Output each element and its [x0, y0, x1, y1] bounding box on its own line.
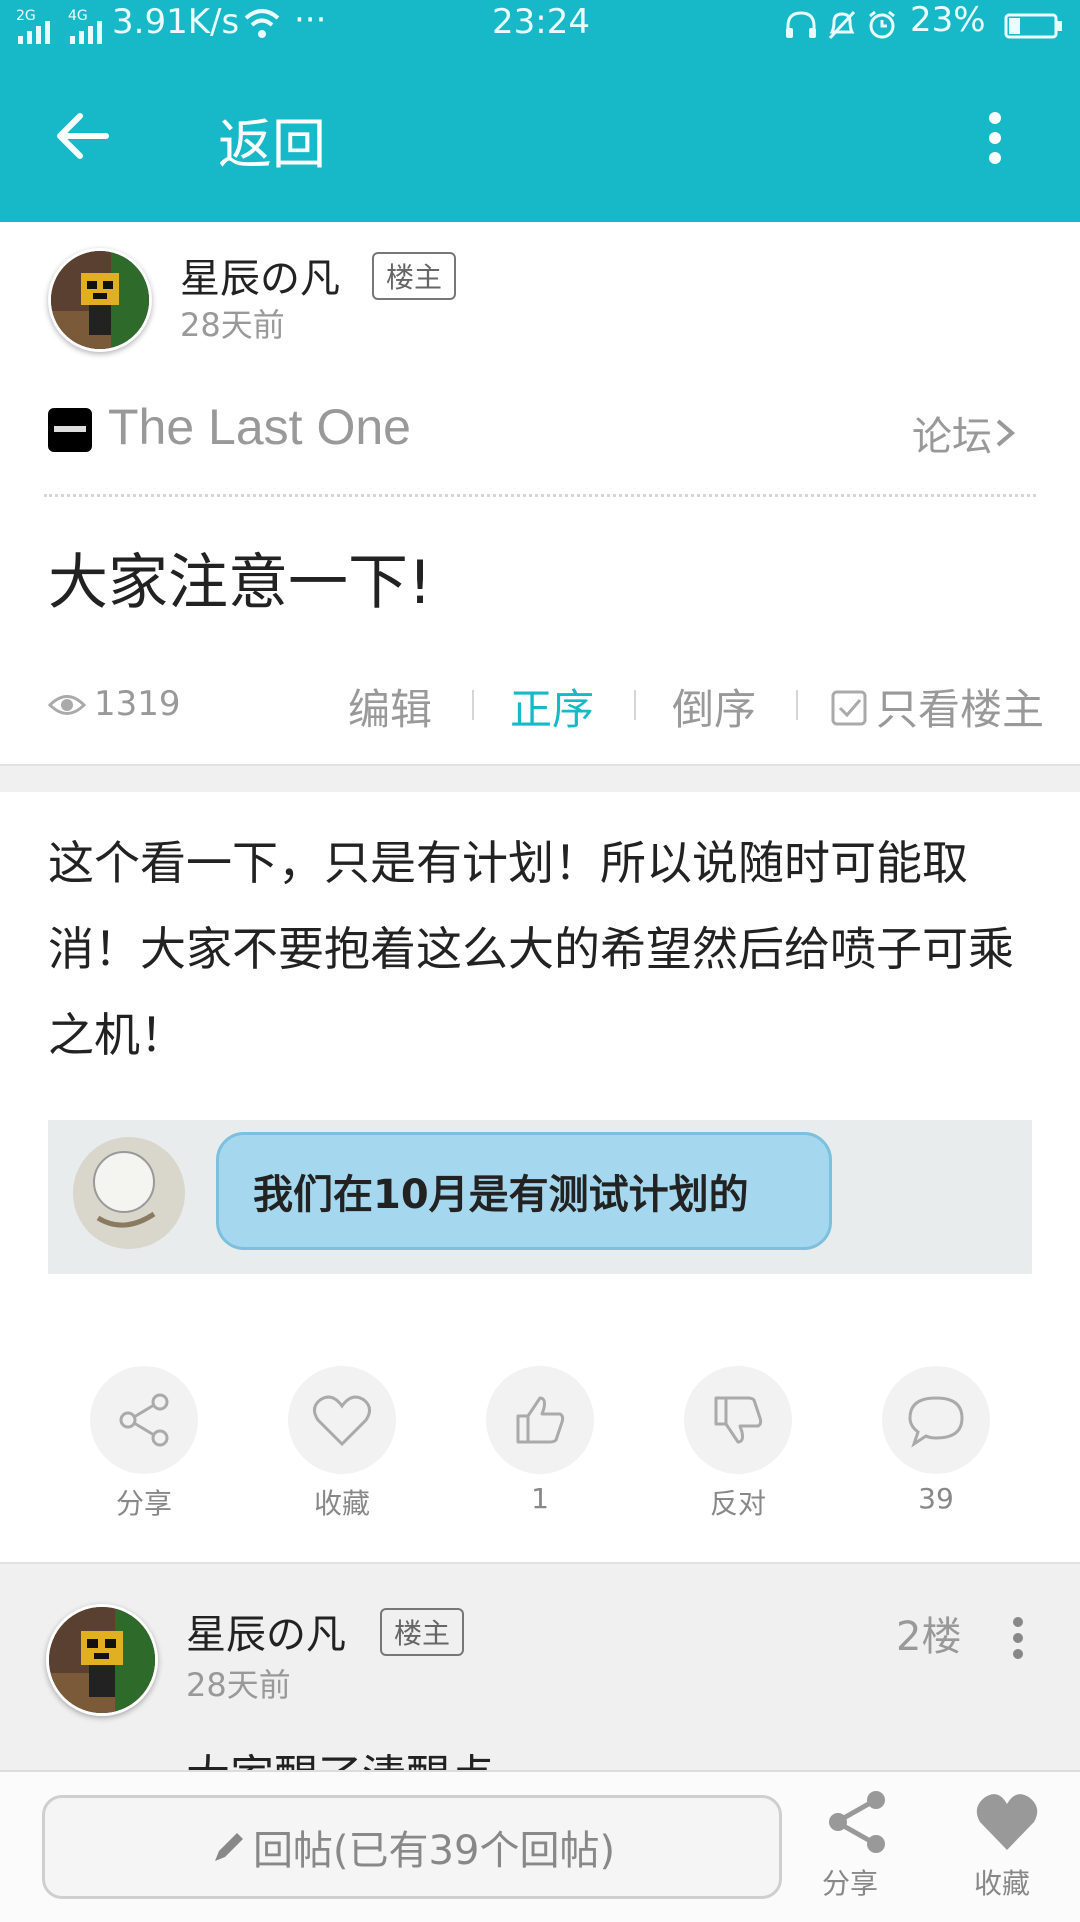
author-name[interactable]: 星辰の凡 [180, 246, 340, 304]
more-vertical-icon [1013, 1617, 1023, 1659]
mute-bell-icon [828, 10, 856, 40]
op-badge: 楼主 [372, 252, 457, 300]
heart-icon [976, 1794, 1038, 1850]
avatar[interactable] [46, 1604, 158, 1716]
share-icon [829, 1791, 885, 1853]
floor-number: 2楼 [896, 1614, 962, 1660]
op-badge: 楼主 [380, 1608, 465, 1656]
post-body: 这个看一下，只是有计划！所以说随时可能取消！大家不要抱着这么大的希望然后给喷子可… [48, 836, 1014, 1062]
forum-logo [48, 408, 92, 452]
only-op-label: 只看楼主 [876, 685, 1045, 734]
bottom-share-label: 分享 [822, 1867, 879, 1900]
more-menu-button[interactable] [980, 108, 1010, 168]
edit-button[interactable]: 编辑 [348, 676, 432, 737]
thumbs-up-icon [516, 1396, 565, 1444]
forum-link-label: 论坛 [912, 414, 992, 460]
like-count: 1 [531, 1482, 549, 1515]
forum-name[interactable]: The Last One [108, 398, 411, 456]
post-time: 28天前 [180, 306, 285, 344]
more-status-dots: ··· [294, 0, 327, 40]
signal-icon [18, 21, 50, 44]
comment-action[interactable] [882, 1366, 990, 1474]
avatar-image [49, 1607, 155, 1713]
arrow-left-icon [57, 113, 109, 159]
share-action[interactable] [90, 1366, 198, 1474]
oppose-action[interactable] [684, 1366, 792, 1474]
alarm-icon [869, 10, 895, 39]
share-label: 分享 [115, 1487, 172, 1520]
network-speed: 3.91K/s [112, 2, 240, 42]
share-action-circle [90, 1366, 198, 1474]
headphones-icon [786, 11, 816, 38]
battery-icon [1004, 13, 1062, 39]
checkbox-icon [831, 690, 867, 725]
clock: 23:24 [492, 2, 590, 42]
avatar[interactable] [48, 248, 152, 352]
pencil-icon [214, 1833, 243, 1861]
post-image[interactable]: 我们在10月是有测试计划的 [48, 1120, 1032, 1274]
heart-icon [313, 1395, 371, 1447]
image-caption: 我们在10月是有测试计划的 [253, 1172, 749, 1218]
reply-time: 28天前 [186, 1666, 291, 1704]
eye-icon [48, 695, 86, 715]
reply-text: 大家醒了清醒点 [186, 1740, 494, 1772]
separator [796, 690, 798, 720]
chevron-right-icon [996, 419, 1016, 447]
share-icon [119, 1393, 169, 1447]
more-vertical-icon [989, 112, 1001, 164]
thumbs-down-icon [714, 1396, 763, 1444]
reply-text-clip: 大家醒了清醒点 [186, 1740, 986, 1772]
reply-input[interactable]: 回帖(已有39个回帖) [42, 1795, 782, 1899]
character-avatar [73, 1137, 185, 1249]
sort-asc-button[interactable]: 正序 [510, 676, 594, 737]
favorite-action[interactable] [288, 1366, 396, 1474]
wifi-icon [244, 9, 280, 38]
favorite-action-circle [288, 1366, 396, 1474]
only-op-toggle[interactable]: 只看楼主 [830, 676, 1044, 737]
battery-percent: 23% [910, 0, 986, 40]
signal-icon [70, 21, 102, 44]
page-title: 返回 [218, 113, 326, 176]
forum-link[interactable]: 论坛 [912, 404, 1018, 462]
avatar-image [51, 251, 149, 349]
comment-count: 39 [918, 1482, 954, 1515]
reply-more-button[interactable] [1006, 1614, 1030, 1666]
comment-icon [908, 1396, 964, 1448]
sort-desc-button[interactable]: 倒序 [672, 676, 756, 737]
separator [472, 690, 474, 720]
like-action-circle [486, 1366, 594, 1474]
bottom-favorite-label: 收藏 [974, 1867, 1031, 1900]
section-divider [0, 764, 1080, 792]
post-title: 大家注意一下! [48, 548, 433, 618]
like-action[interactable] [486, 1366, 594, 1474]
oppose-action-circle [684, 1366, 792, 1474]
speech-bubble: 我们在10月是有测试计划的 [216, 1132, 832, 1250]
reply-author-name[interactable]: 星辰の凡 [186, 1602, 346, 1660]
reply-placeholder: 回帖(已有39个回帖) [252, 1828, 616, 1874]
divider [44, 494, 1036, 497]
comment-action-circle [882, 1366, 990, 1474]
separator [634, 690, 636, 720]
oppose-label: 反对 [709, 1487, 766, 1520]
view-count: 1319 [94, 684, 181, 724]
back-button[interactable] [52, 106, 112, 166]
favorite-label: 收藏 [313, 1487, 370, 1520]
